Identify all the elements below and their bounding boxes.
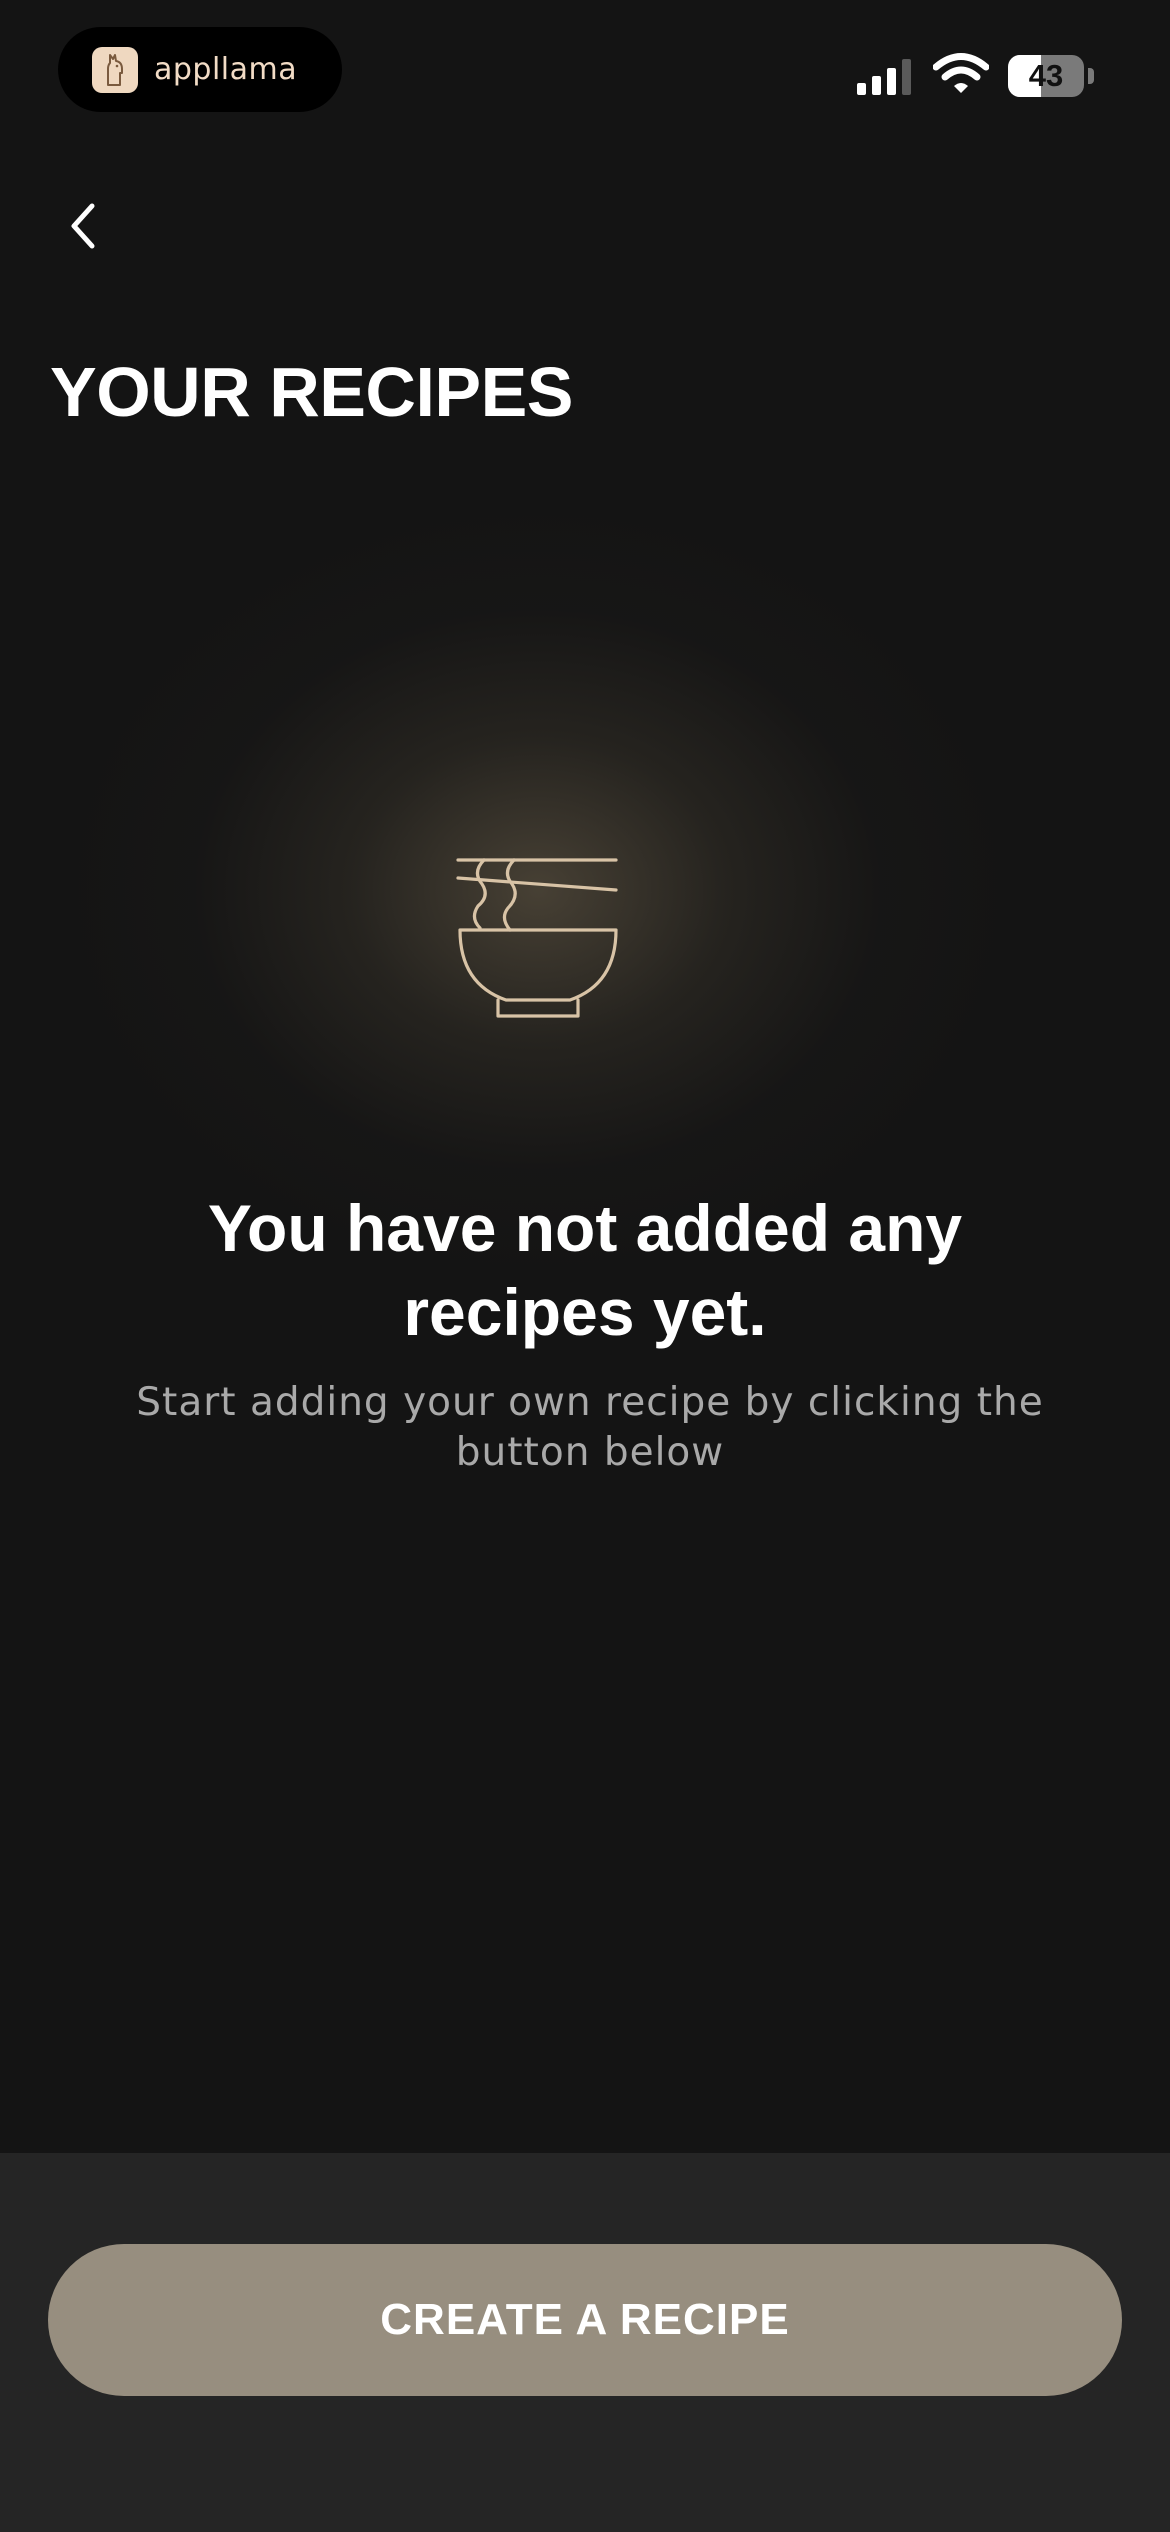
empty-state-title: You have not added any recipes yet. [207,1191,963,1349]
app-name: appllama [154,52,298,87]
page-title: YOUR RECIPES [50,353,574,431]
status-app-pill[interactable]: appllama [58,27,342,112]
llama-app-icon [92,46,138,93]
battery-icon: 43 [1008,55,1094,97]
recipes-screen: appllama 43 YOUR RECIPES You have not ad… [0,0,1170,2532]
battery-percent: 43 [1028,58,1064,93]
wifi-icon [933,53,989,93]
back-button[interactable] [48,190,120,262]
battery-tip [1088,68,1094,84]
battery-body: 43 [1008,55,1084,97]
chevron-left-icon [71,203,95,249]
noodle-bowl-icon [456,858,618,1018]
cellular-signal-icon [857,59,911,95]
empty-state-subtitle: Start adding your own recipe by clicking… [136,1380,1044,1475]
create-recipe-button[interactable]: CREATE A RECIPE [48,2244,1122,2396]
